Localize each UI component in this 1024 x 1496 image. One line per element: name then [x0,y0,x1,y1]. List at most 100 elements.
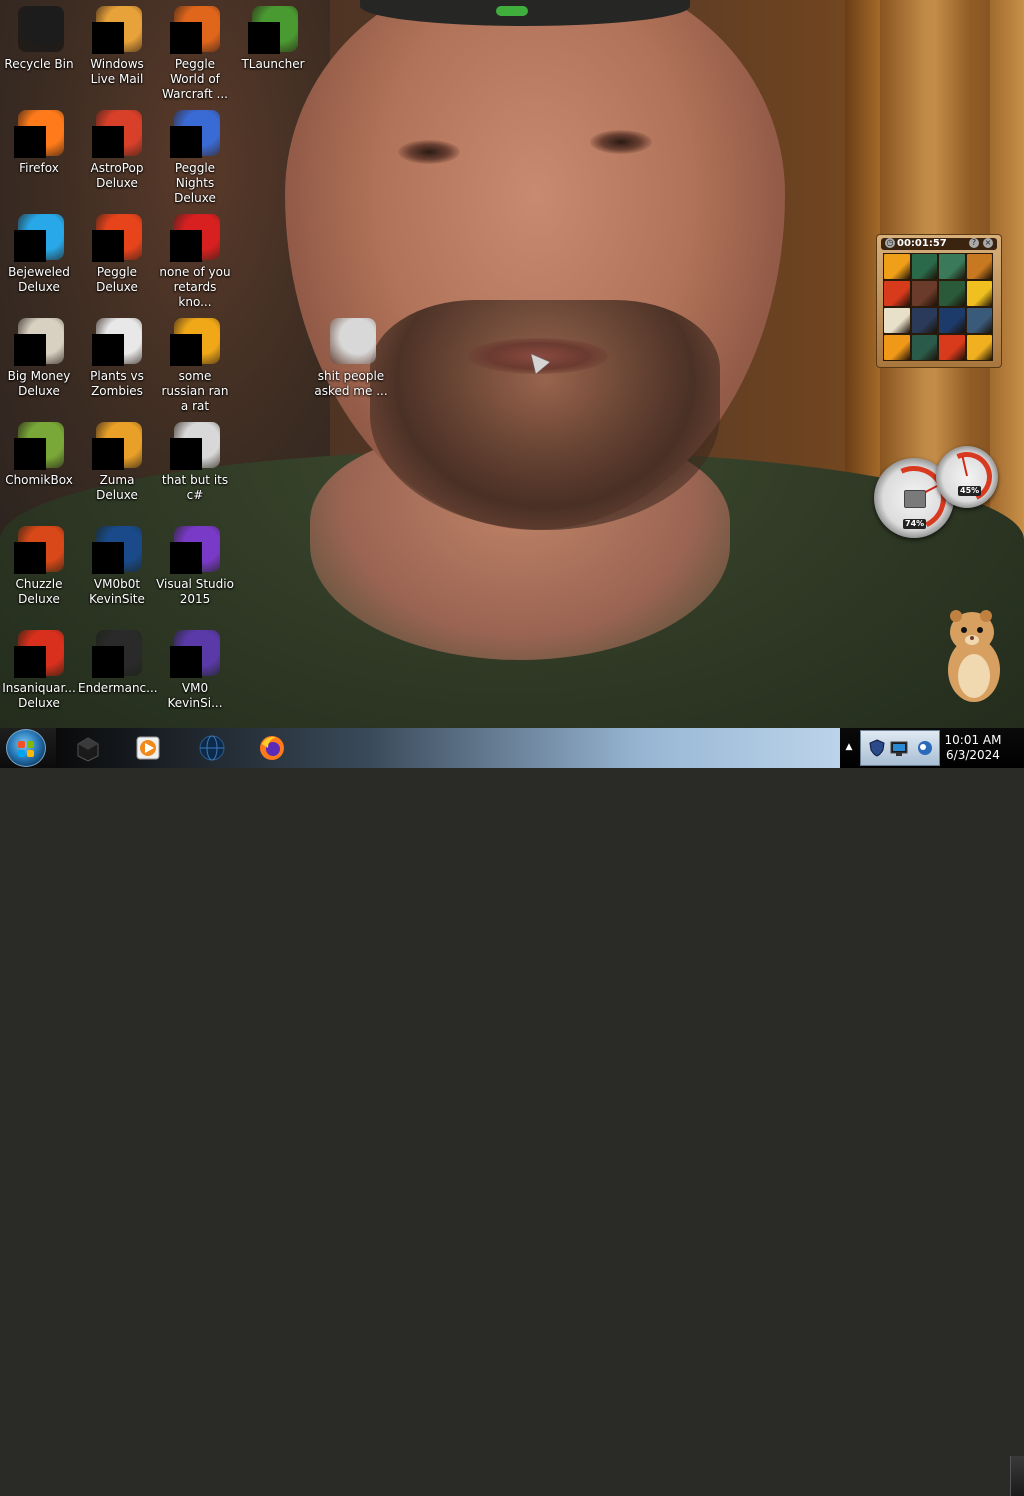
taskbar: ▲ [0,728,1024,1496]
puzzle-stopwatch-icon: ◷ [885,238,895,248]
shield-icon[interactable] [867,738,887,758]
peggle-icon [92,214,142,262]
desktop-icon-plants-vs-zombies[interactable]: Plants vs Zombies [78,312,156,412]
cpu-chip-icon [904,490,926,508]
desktop-icon-label: shit people asked me ... [314,369,388,398]
firefox-icon [14,110,64,158]
desktop-icon-label: Plants vs Zombies [90,369,144,398]
puzzle-tile[interactable] [966,308,992,333]
bejeweled-icon [14,214,64,262]
shortcut-icon [170,214,220,262]
puzzle-tile[interactable] [939,254,965,279]
puzzle-timer: 00:01:57 [897,238,947,249]
desktop-icon-windows-live-mail[interactable]: Windows Live Mail [78,0,156,100]
icon-redaction-box [170,438,202,470]
desktop-icon-peggle-wow[interactable]: Peggle World of Warcraft ... [156,0,234,101]
desktop-icon-label: Zuma Deluxe [96,473,138,502]
desktop-icon-java-file[interactable]: some russian ran a rat [156,312,234,413]
cpu-meter-value: 74% [903,519,927,529]
chomikbox-icon [14,422,64,470]
puzzle-tile[interactable] [966,281,992,306]
desktop-icon-recycle-bin[interactable]: Recycle Bin [0,0,78,100]
wallpaper-left-eye [398,140,460,164]
network-icon[interactable] [889,738,909,758]
puzzle-tile[interactable] [939,308,965,333]
desktop-icon-label: Endermanc... [78,681,158,695]
puzzle-tile[interactable] [939,281,965,306]
zuma-icon [92,422,142,470]
desktop-icon-tlauncher[interactable]: TLauncher [234,0,312,100]
taskbar-firefox[interactable] [248,732,296,764]
desktop-icon-label: Big Money Deluxe [7,369,71,398]
puzzle-gadget[interactable]: ◷ 00:01:57 ? × [876,234,1002,368]
desktop-icon-shortcut[interactable]: none of you retards kno... [156,208,234,309]
desktop-icon-insaniquarium[interactable]: Insaniquar... Deluxe [0,624,78,724]
desktop-icon-chuzzle[interactable]: Chuzzle Deluxe [0,520,78,620]
taskbar-app-black-box[interactable] [64,732,112,764]
icon-redaction-box [248,22,280,54]
close-icon[interactable]: × [983,238,993,248]
desktop-icon-copy[interactable]: that but its c# [156,416,234,516]
desktop-icon-label: Peggle World of Warcraft ... [162,57,228,101]
icon-redaction-box [170,646,202,678]
desktop-icon-zuma[interactable]: Zuma Deluxe [78,416,156,516]
puzzle-tile[interactable] [911,281,937,306]
help-icon[interactable]: ? [969,238,979,248]
puzzle-tile[interactable] [884,335,910,360]
icon-redaction-box [92,126,124,158]
plants-vs-zombies-icon [92,318,142,366]
desktop-icon-folder[interactable]: shit people asked me ... [312,312,390,412]
icon-redaction-box [92,334,124,366]
windows-live-mail-icon [92,6,142,54]
puzzle-tile[interactable] [884,281,910,306]
desktop-icon-terminal[interactable]: Endermanc... [78,624,158,724]
start-button[interactable] [6,729,46,767]
desktop-icon-peggle-nights[interactable]: Peggle Nights Deluxe [156,104,234,205]
puzzle-tile[interactable] [884,254,910,279]
puzzle-tile[interactable] [911,335,937,360]
taskbar-media-player[interactable] [124,732,172,764]
puzzle-tile[interactable] [966,254,992,279]
icon-redaction-box [14,438,46,470]
desktop-icon-label: Chuzzle Deluxe [15,577,63,606]
desktop-icon-label: AstroPop Deluxe [90,161,144,190]
taskbar-clock-time[interactable]: 10:01 AM [940,733,1006,748]
desktop-icon-vm-file[interactable]: VM0 KevinSi... [156,624,234,724]
taskbar-globe-app[interactable] [188,732,236,764]
puzzle-tile[interactable] [911,308,937,333]
icon-redaction-box [92,230,124,262]
puzzle-tile[interactable] [911,254,937,279]
desktop-icon-label: some russian ran a rat [161,369,229,413]
desktop-icon-label: that but its c# [161,473,229,502]
icon-redaction-box [170,542,202,574]
desktop-icon-label: VM0b0t KevinSite [89,577,145,606]
show-hidden-icons-button[interactable]: ▲ [844,740,854,754]
desktop-icon-chomikbox[interactable]: ChomikBox [0,416,78,516]
wallpaper-cap-logo [496,6,528,16]
desktop-icon-bejeweled[interactable]: Bejeweled Deluxe [0,208,78,308]
ram-meter[interactable]: 45% [934,444,1000,510]
desktop-icon-astropop[interactable]: AstroPop Deluxe [78,104,156,204]
chuzzle-icon [14,526,64,574]
messenger-icon[interactable] [915,738,935,758]
copy-icon [170,422,220,470]
desktop-icon-big-money[interactable]: Big Money Deluxe [0,312,78,412]
show-desktop-button[interactable] [1010,1456,1024,1496]
desktop-icon-firefox[interactable]: Firefox [0,104,78,204]
desktop-icon-visual-studio[interactable]: Visual Studio 2015 [156,520,234,620]
icon-redaction-box [14,646,46,678]
desktop-icon-vm[interactable]: VM0b0t KevinSite [78,520,156,620]
taskbar-clock-date[interactable]: 6/3/2024 [940,748,1006,763]
puzzle-tile[interactable] [966,335,992,360]
puzzle-tile[interactable] [939,335,965,360]
puzzle-tile[interactable] [884,308,910,333]
icon-redaction-box [92,646,124,678]
puzzle-board[interactable] [883,253,993,361]
insaniquarium-icon [14,630,64,678]
hamster-mascot-icon[interactable] [942,604,1006,704]
icon-redaction-box [170,22,202,54]
icon-redaction-box [14,542,46,574]
media-player-icon [136,736,160,760]
desktop-icon-peggle[interactable]: Peggle Deluxe [78,208,156,308]
taskbar-background [56,728,840,768]
